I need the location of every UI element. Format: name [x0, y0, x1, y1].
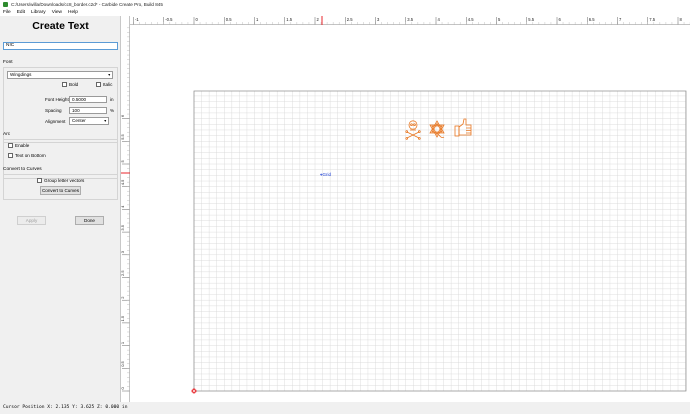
convert-to-curves-button[interactable]: Convert to Curves: [40, 186, 81, 195]
canvas-svg[interactable]: -1 -0.5 0 0.5 1 1.5 2 2.5 3 3.5 4 4.5 5 5.5 6 6.5 7 7.5 8 …: [120, 16, 690, 402]
bold-label: Bold: [69, 82, 79, 87]
chevron-down-icon: ▼: [107, 73, 111, 77]
menu-view[interactable]: View: [52, 10, 62, 15]
menu-help[interactable]: Help: [68, 10, 78, 15]
grid-label: ⌖Grid: [320, 172, 332, 177]
window-title: C:/Users/willa/Downloads/cc8_border.c2d*…: [11, 2, 163, 7]
spacing-unit: %: [110, 108, 115, 113]
arc-section-label: Arc: [3, 132, 11, 137]
menu-file[interactable]: File: [3, 10, 11, 15]
status-bar: Cursor Position X: 2.135 Y: 3.625 Z: 0.0…: [0, 402, 690, 414]
ruler-label: 4.5: [121, 179, 125, 185]
ruler-label: 7.5: [649, 17, 655, 22]
ruler-label: -0.5: [165, 17, 173, 22]
app-icon: [3, 2, 8, 7]
alignment-label: Alignment: [45, 119, 66, 124]
chevron-down-icon: ▼: [103, 119, 107, 123]
design-canvas[interactable]: -1 -0.5 0 0.5 1 1.5 2 2.5 3 3.5 4 4.5 5 5.5 6 6.5 7 7.5 8 …: [120, 16, 690, 402]
spacing-input[interactable]: 100: [69, 107, 107, 114]
alignment-select-value: Center: [72, 118, 86, 123]
font-height-input[interactable]: 0.5000: [69, 96, 107, 103]
font-height-unit: in: [110, 97, 114, 102]
alignment-select[interactable]: Center ▼: [69, 117, 109, 125]
convert-section-label: Convert to Curves: [3, 167, 42, 172]
text-input[interactable]: N!C: [3, 42, 118, 50]
font-height-label: Font Height: [45, 97, 69, 102]
apply-button[interactable]: Apply: [17, 216, 46, 225]
menu-edit[interactable]: Edit: [17, 10, 25, 15]
done-button[interactable]: Done: [75, 216, 104, 225]
menu-library[interactable]: Library: [31, 10, 46, 15]
ruler-label: 3.5: [407, 17, 413, 22]
text-on-bottom-checkbox[interactable]: [8, 153, 13, 158]
panel-title: Create Text: [32, 20, 89, 32]
ruler-label: 5.5: [528, 17, 534, 22]
ruler-label: 0.5: [121, 360, 125, 366]
italic-label: Italic: [103, 82, 113, 87]
group-vectors-checkbox[interactable]: [37, 178, 42, 183]
top-ruler[interactable]: -1 -0.5 0 0.5 1 1.5 2 2.5 3 3.5 4 4.5 5 5.5 6 6.5 7 7.5 8: [121, 16, 690, 25]
group-vectors-label: Group letter vectors: [44, 178, 85, 183]
ruler-label: 4.5: [468, 17, 474, 22]
cursor-position-readout: Cursor Position X: 2.135 Y: 3.625 Z: 0.0…: [3, 405, 128, 410]
ruler-label: 1.5: [121, 315, 125, 321]
create-text-panel: Create Text N!C Font Wingdings ▼ Bold It…: [0, 16, 121, 402]
arc-enable-label: Enable: [15, 143, 30, 148]
arc-enable-checkbox[interactable]: [8, 143, 13, 148]
origin-marker[interactable]: [191, 388, 197, 394]
ruler-label: 6.5: [589, 17, 595, 22]
font-select-value: Wingdings: [10, 72, 32, 77]
title-bar: C:/Users/willa/Downloads/cc8_border.c2d*…: [0, 0, 690, 9]
ruler-label: 3.5: [121, 224, 125, 230]
spacing-label: Spacing: [45, 108, 62, 113]
menu-bar: File Edit Library View Help: [0, 9, 690, 16]
font-section-label: Font: [3, 60, 13, 65]
ruler-label: 1.5: [286, 17, 292, 22]
text-on-bottom-label: Text on Bottom: [15, 153, 46, 158]
ruler-label: 5.5: [121, 133, 125, 139]
left-ruler[interactable]: 65.554.543.532.521.510.50: [120, 16, 130, 402]
bold-checkbox[interactable]: [62, 82, 67, 87]
ruler-label: 2.5: [347, 17, 353, 22]
font-select[interactable]: Wingdings ▼: [7, 71, 113, 79]
ruler-label: 0.5: [226, 17, 232, 22]
italic-checkbox[interactable]: [96, 82, 101, 87]
ruler-label: 2.5: [121, 270, 125, 276]
